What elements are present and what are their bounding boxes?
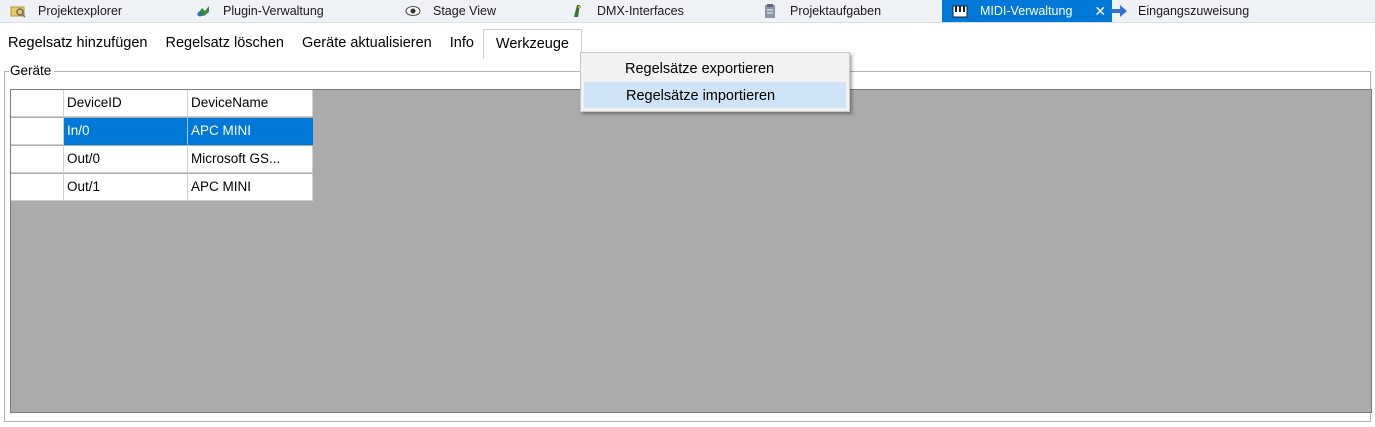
tab-midi-verwaltung[interactable]: MIDI-Verwaltung ✕ [942,0,1112,22]
tab-label: MIDI-Verwaltung [980,4,1073,18]
grid-header-row: DeviceID DeviceName [11,90,313,117]
row-header[interactable] [11,174,64,201]
dmx-interface-icon [569,3,585,19]
column-header-devicename[interactable]: DeviceName [188,90,313,117]
tab-projektexplorer[interactable]: Projektexplorer [0,0,185,22]
tab-label: Projektexplorer [38,4,123,18]
import-rulesets-menu-item[interactable]: Regelsätze importieren [584,82,846,108]
table-row[interactable]: Out/0 Microsoft GS... [11,146,313,173]
refresh-devices-menu[interactable]: Geräte aktualisieren [293,29,441,57]
delete-ruleset-menu[interactable]: Regelsatz löschen [156,29,293,57]
export-rulesets-menu-item[interactable]: Regelsätze exportieren [584,56,846,82]
device-name-cell[interactable]: Microsoft GS... [188,146,313,173]
tab-label: Stage View [433,4,497,18]
device-name-cell[interactable]: APC MINI [188,174,313,201]
column-header-deviceid[interactable]: DeviceID [64,90,188,117]
tab-label: Projektaufgaben [790,4,882,18]
tools-dropdown-menu: Regelsätze exportieren Regelsätze import… [580,52,850,112]
midi-keyboard-icon [952,3,968,19]
tab-eingangszuweisung[interactable]: Eingangszuweisung [1110,0,1373,22]
device-id-cell[interactable]: Out/1 [64,174,188,201]
close-tab-icon[interactable]: ✕ [1094,3,1106,20]
table-row[interactable]: In/0 APC MINI [11,118,313,145]
eye-icon [405,3,421,19]
row-header[interactable] [11,118,64,145]
device-id-cell[interactable]: Out/0 [64,146,188,173]
row-header-corner[interactable] [11,90,64,117]
devices-group-title: Geräte [9,63,55,79]
tab-stage-view[interactable]: Stage View [395,0,559,22]
row-header[interactable] [11,146,64,173]
device-id-cell[interactable]: In/0 [64,118,188,145]
info-menu[interactable]: Info [441,29,483,57]
tab-label: Plugin-Verwaltung [223,4,324,18]
table-row[interactable]: Out/1 APC MINI [11,174,313,201]
document-tab-strip: Projektexplorer Plugin-Verwaltung Stage … [0,0,1375,23]
tasks-icon [762,3,778,19]
tools-menu[interactable]: Werkzeuge [482,28,582,59]
tab-label: DMX-Interfaces [597,4,684,18]
tab-projektaufgaben[interactable]: Projektaufgaben [752,0,942,22]
project-explorer-icon [10,3,26,19]
arrow-right-icon [1110,3,1127,19]
plugin-icon [195,3,211,19]
device-name-cell[interactable]: APC MINI [188,118,313,145]
devices-grid[interactable]: DeviceID DeviceName In/0 APC MINI Out/0 … [10,89,1372,413]
tab-label: Eingangszuweisung [1138,4,1250,18]
tab-plugin-verwaltung[interactable]: Plugin-Verwaltung [185,0,395,22]
add-ruleset-menu[interactable]: Regelsatz hinzufügen [0,29,156,57]
tab-dmx-interfaces[interactable]: DMX-Interfaces [559,0,752,22]
